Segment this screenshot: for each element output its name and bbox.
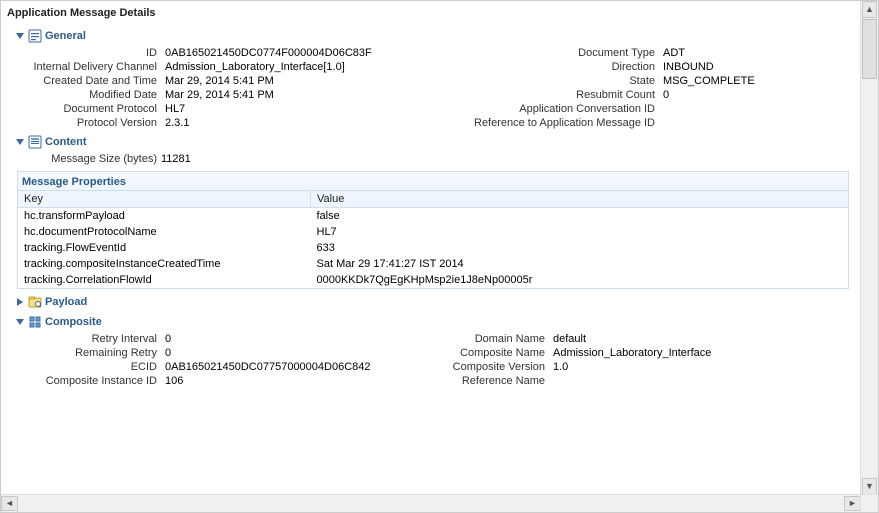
payload-icon <box>28 295 42 309</box>
kv-value: 106 <box>165 375 425 387</box>
kv-value: Admission_Laboratory_Interface[1.0] <box>165 61 425 73</box>
content-icon <box>28 135 42 149</box>
table-row[interactable]: tracking.compositeInstanceCreatedTimeSat… <box>18 256 849 272</box>
table-row[interactable]: hc.transformPayloadfalse <box>18 208 849 225</box>
kv-value: MSG_COMPLETE <box>663 75 843 87</box>
kv-label: Composite Version <box>429 361 549 373</box>
collapse-icon[interactable] <box>15 317 25 327</box>
scroll-thumb[interactable] <box>862 19 877 79</box>
cell-value: 0000KKDk7QgEgKHpMsp2ie1J8eNp00005r <box>311 272 849 289</box>
kv-value: HL7 <box>165 103 425 115</box>
cell-key: hc.documentProtocolName <box>18 224 311 240</box>
main-content: Application Message Details General ID0A <box>1 1 861 495</box>
kv-value: Admission_Laboratory_Interface <box>553 347 813 359</box>
kv-label: ID <box>21 47 161 59</box>
cell-key: tracking.FlowEventId <box>18 240 311 256</box>
scroll-down-arrow[interactable]: ▼ <box>862 478 877 495</box>
table-row[interactable]: tracking.CorrelationFlowId0000KKDk7QgEgK… <box>18 272 849 289</box>
kv-label: Internal Delivery Channel <box>21 61 161 73</box>
kv-value <box>553 375 813 387</box>
scroll-left-arrow[interactable]: ◄ <box>1 496 18 511</box>
kv-label: Resubmit Count <box>429 89 659 101</box>
kv-label: Document Protocol <box>21 103 161 115</box>
general-icon <box>28 29 42 43</box>
collapse-icon[interactable] <box>15 137 25 147</box>
kv-label: ECID <box>21 361 161 373</box>
cell-value: Sat Mar 29 17:41:27 IST 2014 <box>311 256 849 272</box>
kv-value <box>663 103 843 115</box>
kv-label: Retry Interval <box>21 333 161 345</box>
kv-label: Application Conversation ID <box>429 103 659 115</box>
cell-key: tracking.CorrelationFlowId <box>18 272 311 289</box>
kv-value: default <box>553 333 813 345</box>
section-general: General ID 0AB165021450DC0774F000004D06C8… <box>15 29 851 129</box>
kv-value: ADT <box>663 47 843 59</box>
kv-label: Reference to Application Message ID <box>429 117 659 129</box>
kv-value: INBOUND <box>663 61 843 73</box>
kv-value: 1.0 <box>553 361 813 373</box>
composite-grid: Retry Interval 0 Domain Name default Remaini… <box>21 333 851 387</box>
table-row[interactable]: hc.documentProtocolNameHL7 <box>18 224 849 240</box>
cell-value: 633 <box>311 240 849 256</box>
table-row[interactable]: tracking.FlowEventId633 <box>18 240 849 256</box>
kv-label: Reference Name <box>429 375 549 387</box>
kv-label: Document Type <box>429 47 659 59</box>
message-properties-header: Message Properties <box>17 171 849 190</box>
msg-size-value: 11281 <box>161 153 851 165</box>
section-title-general: General <box>45 30 86 42</box>
kv-label: Protocol Version <box>21 117 161 129</box>
kv-value: 0 <box>165 347 425 359</box>
section-composite: Composite Retry Interval 0 Domain Name defa… <box>15 315 851 387</box>
scrollbar-corner <box>860 494 878 512</box>
kv-label: Composite Name <box>429 347 549 359</box>
expand-icon[interactable] <box>15 297 25 307</box>
kv-value: 0AB165021450DC07757000004D06C842 <box>165 361 425 373</box>
col-value[interactable]: Value <box>311 191 849 208</box>
cell-value: HL7 <box>311 224 849 240</box>
kv-label: Modified Date <box>21 89 161 101</box>
kv-value: 0 <box>165 333 425 345</box>
section-title-content: Content <box>45 136 87 148</box>
col-key[interactable]: Key <box>18 191 311 208</box>
general-grid: ID 0AB165021450DC0774F000004D06C83F Docume… <box>21 47 851 129</box>
kv-value: Mar 29, 2014 5:41 PM <box>165 75 425 87</box>
vertical-scrollbar[interactable]: ▲ ▼ <box>860 1 878 495</box>
kv-value: Mar 29, 2014 5:41 PM <box>165 89 425 101</box>
cell-value: false <box>311 208 849 225</box>
collapse-icon[interactable] <box>15 31 25 41</box>
kv-value: 0 <box>663 89 843 101</box>
kv-label: Remaining Retry <box>21 347 161 359</box>
scroll-right-arrow[interactable]: ► <box>844 496 861 511</box>
kv-label: Composite Instance ID <box>21 375 161 387</box>
page-title: Application Message Details <box>5 5 851 25</box>
kv-label: Direction <box>429 61 659 73</box>
cell-key: tracking.compositeInstanceCreatedTime <box>18 256 311 272</box>
kv-value: 0AB165021450DC0774F000004D06C83F <box>165 47 425 59</box>
message-properties-table: Key Value hc.transformPayloadfalsehc.doc… <box>17 190 849 289</box>
section-title-composite: Composite <box>45 316 102 328</box>
horizontal-scrollbar[interactable]: ◄ ► <box>1 494 861 512</box>
composite-icon <box>28 315 42 329</box>
section-title-payload: Payload <box>45 296 87 308</box>
kv-label: Domain Name <box>429 333 549 345</box>
scroll-up-arrow[interactable]: ▲ <box>862 1 877 18</box>
section-content: Content Message Size (bytes) 11281 Messa… <box>15 135 851 289</box>
cell-key: hc.transformPayload <box>18 208 311 225</box>
kv-label: State <box>429 75 659 87</box>
msg-size-label: Message Size (bytes) <box>21 153 161 165</box>
kv-label: Created Date and Time <box>21 75 161 87</box>
kv-value <box>663 117 843 129</box>
kv-value: 2.3.1 <box>165 117 425 129</box>
section-payload: Payload <box>15 295 851 309</box>
